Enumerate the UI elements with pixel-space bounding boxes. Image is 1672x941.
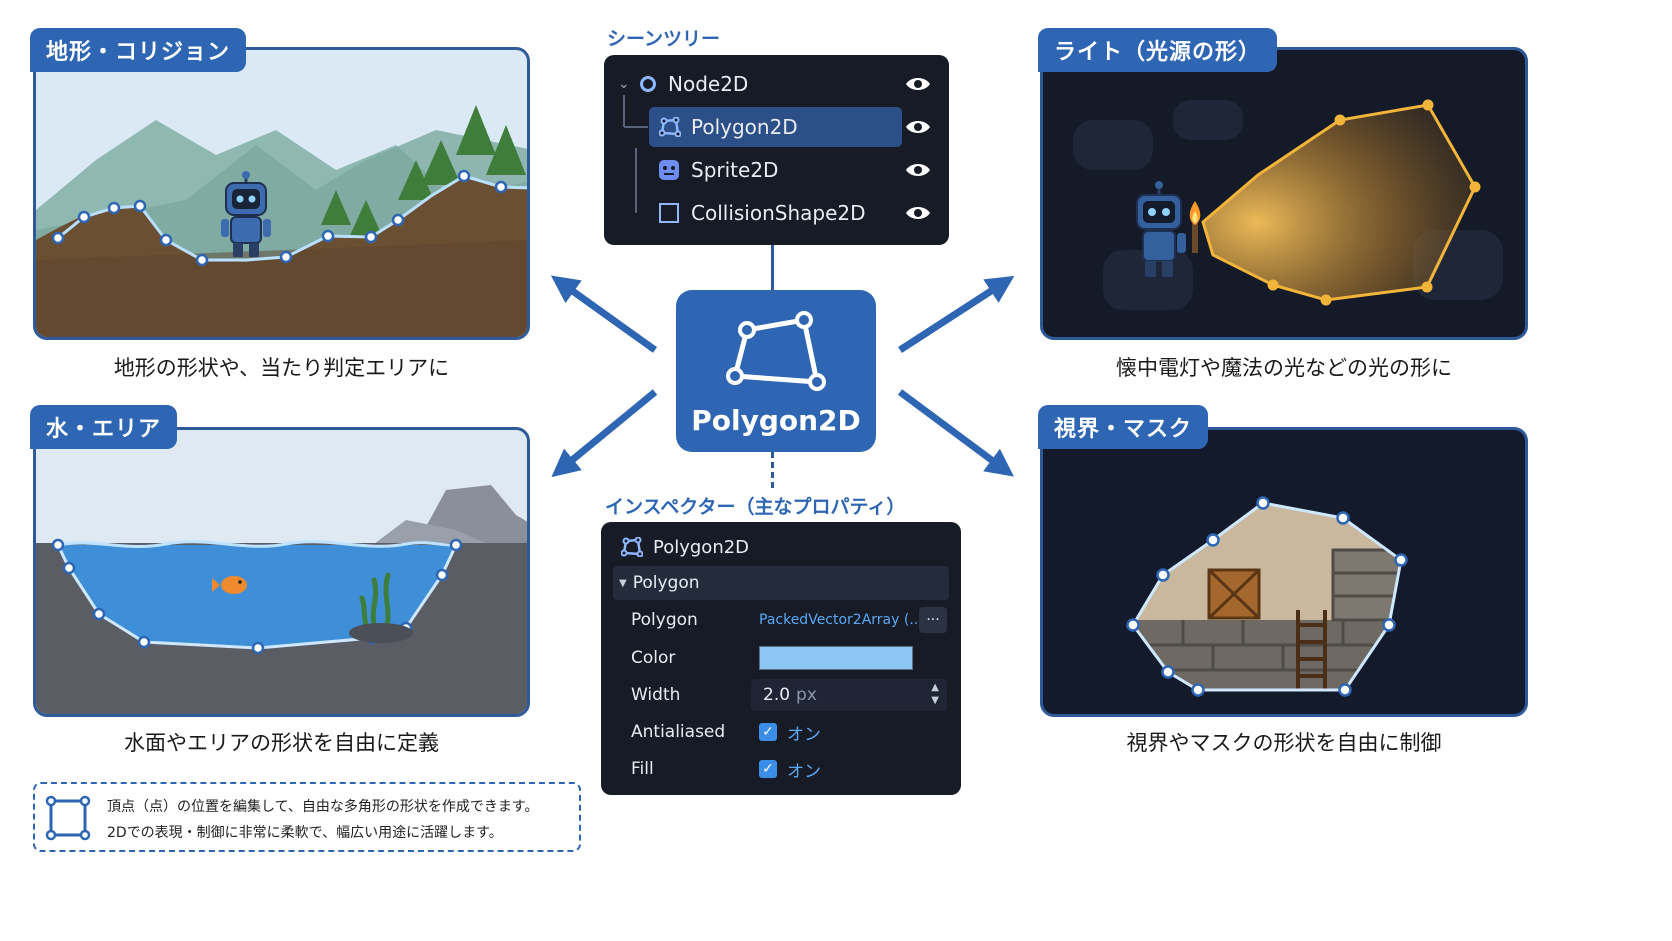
tree-label-polygon2d: Polygon2D	[691, 115, 798, 139]
terrain-panel	[33, 47, 530, 340]
row-polygon-label: Polygon	[631, 610, 698, 630]
inspector-panel: Polygon2D ▼ Polygon Polygon PackedVector…	[601, 522, 961, 795]
fill-value: オン	[787, 761, 821, 782]
tree-row-polygon2d[interactable]: Polygon2D	[604, 107, 949, 147]
light-illustration	[1073, 99, 1503, 310]
row-antialiased: Antialiased ✓ オン	[613, 715, 949, 749]
arrow-to-vision	[897, 389, 1014, 477]
arrow-to-water	[551, 389, 658, 478]
eye-icon[interactable]	[905, 205, 931, 221]
scene-tree-title: シーンツリー	[607, 28, 721, 50]
tree-connector-line	[771, 245, 774, 290]
row-fill-label: Fill	[631, 759, 654, 779]
tree-label-sprite2d: Sprite2D	[691, 158, 779, 182]
antialiased-checkbox[interactable]: ✓	[759, 723, 777, 741]
circle-icon	[640, 76, 656, 92]
triangle-down-icon: ▼	[619, 577, 627, 589]
spin-arrows-icon[interactable]: ▲ ▼	[931, 681, 939, 707]
row-antialiased-label: Antialiased	[631, 722, 726, 742]
width-spinbox[interactable]: 2.0 px ▲ ▼	[751, 679, 947, 711]
polygon2d-center-node: Polygon2D	[676, 290, 876, 452]
eye-icon[interactable]	[905, 76, 931, 92]
water-caption: 水面やエリアの形状を自由に定義	[124, 731, 439, 755]
color-swatch[interactable]	[759, 646, 913, 670]
terrain-tag: 地形・コリジョン	[30, 28, 247, 72]
section-label: Polygon	[632, 573, 700, 593]
vision-tag: 視界・マスク	[1038, 405, 1209, 449]
tree-label-collisionshape2d: CollisionShape2D	[691, 201, 866, 225]
polygon-icon	[621, 537, 643, 557]
tree-row-sprite2d[interactable]: Sprite2D	[604, 150, 949, 190]
vision-panel	[1040, 427, 1528, 717]
polygon-icon	[726, 311, 826, 391]
terrain-caption: 地形の形状や、当たり判定エリアに	[113, 356, 450, 380]
light-tag: ライト（光源の形）	[1038, 28, 1278, 72]
sprite-icon	[659, 160, 679, 180]
light-caption: 懐中電灯や魔法の光などの光の形に	[1116, 356, 1452, 380]
eye-icon[interactable]	[905, 119, 931, 135]
eye-icon[interactable]	[905, 162, 931, 178]
square-icon	[659, 203, 679, 223]
light-panel	[1040, 47, 1528, 340]
arrow-to-light	[898, 275, 1015, 353]
vision-illustration	[1126, 496, 1408, 697]
tree-label-node2d: Node2D	[668, 72, 749, 96]
note-box: 頂点（点）の位置を編集して、自由な多角形の形状を作成できます。 2Dでの表現・制…	[33, 782, 581, 852]
more-button[interactable]: ···	[919, 607, 947, 633]
tree-row-collisionshape2d[interactable]: CollisionShape2D	[604, 193, 949, 233]
center-label: Polygon2D	[691, 404, 861, 437]
water-tag: 水・エリア	[30, 405, 178, 449]
row-width: Width 2.0 px ▲ ▼	[613, 678, 949, 712]
water-panel	[33, 427, 530, 717]
vision-caption: 視界やマスクの形状を自由に制御	[1126, 731, 1442, 755]
row-color: Color	[613, 641, 949, 675]
width-value: 2.0	[763, 685, 791, 705]
inspector-header: Polygon2D	[621, 530, 949, 564]
width-unit: px	[796, 685, 817, 705]
water-illustration	[36, 485, 527, 714]
polygon-icon	[659, 117, 681, 137]
row-width-label: Width	[631, 685, 681, 705]
terrain-illustration	[36, 105, 527, 337]
note-line-2: 2Dでの表現・制御に非常に柔軟で、幅広い用途に活躍します。	[107, 825, 503, 841]
chevron-down-icon[interactable]: ⌄	[618, 76, 632, 92]
square-icon	[45, 795, 91, 841]
arrow-to-terrain	[550, 275, 658, 353]
antialiased-value: オン	[787, 724, 821, 745]
inspector-connector-line	[771, 452, 774, 488]
polygon-value[interactable]: PackedVector2Array (...)	[759, 612, 919, 628]
tree-row-node2d[interactable]: ⌄ Node2D	[604, 64, 949, 104]
scene-tree-panel: ⌄ Node2D Polygon2D Sprite2D CollisionSha…	[604, 55, 949, 245]
section-polygon[interactable]: ▼ Polygon	[613, 566, 949, 600]
inspector-header-label: Polygon2D	[653, 536, 750, 558]
row-fill: Fill ✓ オン	[613, 752, 949, 786]
inspector-title: インスペクター（主なプロパティ）	[605, 496, 906, 518]
row-color-label: Color	[631, 648, 676, 668]
row-polygon: Polygon PackedVector2Array (...) ···	[613, 603, 949, 637]
fill-checkbox[interactable]: ✓	[759, 760, 777, 778]
note-line-1: 頂点（点）の位置を編集して、自由な多角形の形状を作成できます。	[107, 799, 539, 815]
